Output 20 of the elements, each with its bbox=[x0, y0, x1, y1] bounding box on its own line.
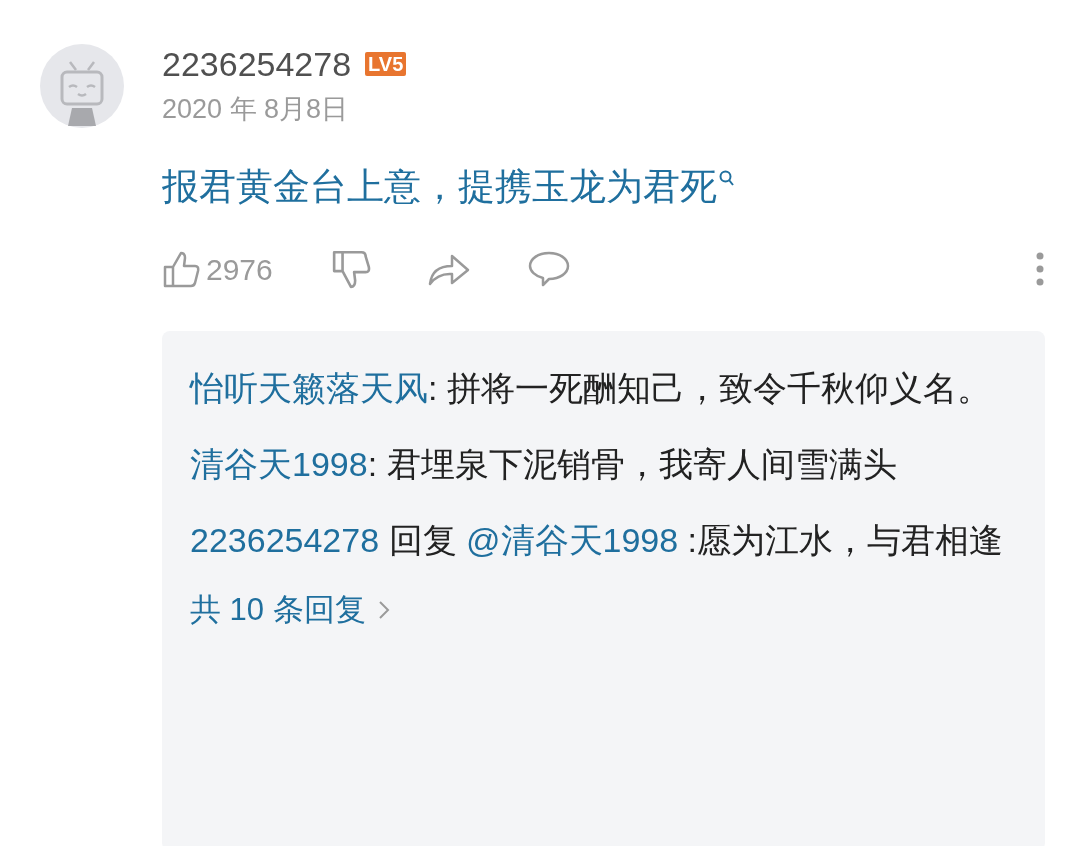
thumbs-up-icon bbox=[162, 249, 202, 289]
more-icon[interactable] bbox=[1036, 252, 1044, 286]
chevron-right-icon bbox=[377, 600, 390, 621]
user-link[interactable]: 清谷天1998 bbox=[190, 445, 368, 483]
reply-text: 清谷天1998: 君埋泉下泥销骨，我寄人间雪满头 bbox=[190, 444, 898, 485]
avatar-icon[interactable] bbox=[40, 44, 124, 128]
reply-text: 2236254278 回复 @清谷天1998 :愿为江水，与君相逢 bbox=[190, 520, 1005, 561]
comment-date: 2020 年 8月8日 bbox=[162, 96, 350, 123]
search-icon[interactable] bbox=[719, 170, 735, 188]
user-link[interactable]: 2236254278 bbox=[190, 521, 380, 559]
mention-link[interactable]: @清谷天1998 bbox=[466, 521, 679, 559]
comment-text[interactable]: 报君黄金台上意，提携玉龙为君死 bbox=[162, 168, 717, 205]
username[interactable]: 2236254278 bbox=[162, 47, 352, 81]
level-badge: LV5 bbox=[365, 52, 407, 76]
more-replies-link[interactable]: 共 10 条回复 bbox=[190, 587, 390, 634]
thumbs-down-icon[interactable] bbox=[330, 248, 373, 290]
comment-icon[interactable] bbox=[526, 250, 571, 288]
user-link[interactable]: 怡听天籁落天风 bbox=[190, 369, 428, 407]
reply-text: 怡听天籁落天风: 拼将一死酬知己，致令千秋仰义名。 bbox=[190, 368, 992, 409]
like-button[interactable]: 2976 bbox=[162, 246, 273, 292]
